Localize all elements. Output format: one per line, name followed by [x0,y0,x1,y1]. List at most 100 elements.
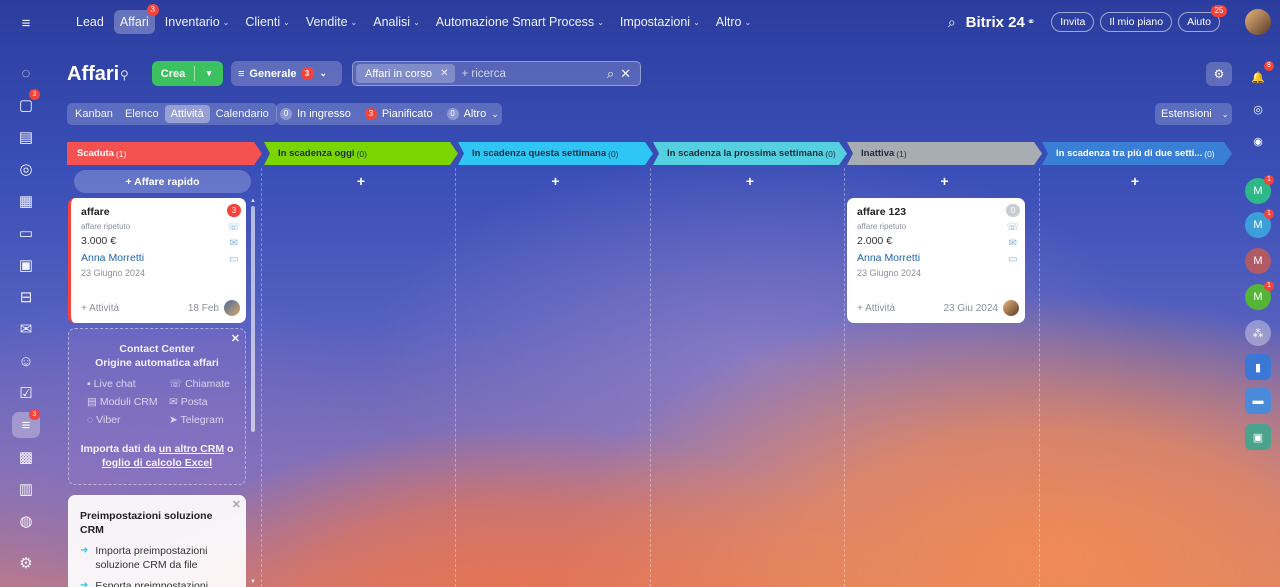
nav-item-lead[interactable]: Lead [70,10,110,34]
channel-crm-forms[interactable]: ▤ Moduli CRM [87,396,169,408]
add-activity-link[interactable]: + Attività [857,303,895,314]
channel-telegram[interactable]: ➤ Telegram [169,414,249,426]
phone-icon[interactable]: ☏ [227,222,240,235]
nav-item-impostazioni[interactable]: Impostazioni ⌄ [614,10,706,34]
deal-card[interactable]: affare 123 affare ripetuto 2.000 € Anna Mor… [847,198,1025,323]
comments-icon[interactable]: ▬ [1245,388,1271,414]
deal-card[interactable]: affare affare ripetuto 3.000 € Anna Morrett… [68,198,246,323]
channel-live-chat[interactable]: ▪ Live chat [87,378,169,390]
deal-client-link[interactable]: Anna Morretti [81,252,236,264]
user-avatar[interactable] [1245,9,1271,35]
column-header[interactable]: Scaduta (1) [67,142,262,165]
channel-calls[interactable]: ☏ Chiamate [169,378,249,390]
counter-altro[interactable]: 0 Altro ⌄ [446,108,499,120]
channel-mail[interactable]: ✉ Posta [169,396,249,408]
import-excel-link[interactable]: foglio di calcolo Excel [102,457,212,469]
notes-icon[interactable]: ▣ [1245,424,1271,450]
avatar[interactable] [1003,300,1019,316]
search-bar[interactable]: Affari in corso ✕ ⌕ ✕ [352,61,641,86]
scroll-down-icon[interactable]: ▼ [250,579,256,585]
notifications-icon[interactable]: 🔔 8 [1245,61,1274,90]
create-button[interactable]: Crea ▾ [152,61,223,86]
avatar[interactable] [224,300,240,316]
store-icon[interactable]: ▥ [12,476,40,502]
copilot-icon[interactable]: ◎ [1245,96,1271,122]
counter-in-ingresso[interactable]: 0 In ingresso [280,108,351,120]
channel-viber[interactable]: ◌ Viber [87,414,169,426]
deal-title[interactable]: affare [81,206,236,218]
board-icon[interactable]: ▣ [12,252,40,278]
nav-item-clienti[interactable]: Clienti ⌄ [239,10,295,34]
mail-icon[interactable]: ✉ [227,238,240,251]
chat-icon[interactable]: ▭ [1006,254,1019,267]
close-icon[interactable]: ✕ [440,68,448,79]
add-deal-icon[interactable]: + [740,173,760,189]
automation-icon[interactable]: ▩ [12,444,40,470]
messenger-icon[interactable]: ◉ [1245,128,1271,154]
close-icon[interactable]: ✕ [231,332,240,345]
nav-item-automazione-smart-process[interactable]: Automazione Smart Process ⌄ [430,10,610,34]
contact-avatar[interactable]: M1 [1245,175,1274,204]
import-presets-link[interactable]: ➜ Importa preimpostazioni soluzione CRM d… [80,544,234,572]
add-activity-link[interactable]: + Attività [81,303,119,314]
phone-icon[interactable]: ☏ [1006,222,1019,235]
column-header[interactable]: In scadenza tra più di due setti... (0) [1042,142,1232,165]
nav-item-affari[interactable]: Affari 3 [113,4,159,34]
column-header[interactable]: In scadenza la prossima settimana (0) [653,142,847,165]
import-crm-link[interactable]: un altro CRM [159,443,224,455]
contacts-icon[interactable]: ☺ [12,348,40,374]
clear-icon[interactable]: ✕ [620,66,631,82]
bookmark-icon[interactable]: ▮ [1245,354,1271,380]
tab-elenco[interactable]: Elenco [119,105,165,123]
add-deal-icon[interactable]: + [546,173,566,189]
column-header[interactable]: In scadenza oggi (0) [264,142,458,165]
add-deal-icon[interactable]: + [935,173,955,189]
filter-chip[interactable]: Affari in corso ✕ [356,64,456,83]
brand-logo[interactable]: Bitrix 24 [966,14,1025,31]
goals-icon[interactable]: ◍ [12,508,40,534]
tasks-icon[interactable]: ▤ [12,124,40,150]
documents-icon[interactable]: ▭ [12,220,40,246]
settings-icon[interactable]: ⚙ [12,550,40,576]
scroll-up-icon[interactable]: ▲ [250,198,256,204]
export-presets-link[interactable]: ➜ Esporta preimpostazioni [80,579,234,587]
extensions-button[interactable]: Estensioni ⌄ [1155,103,1232,125]
search-input[interactable] [461,67,602,80]
nav-item-inventario[interactable]: Inventario ⌄ [159,10,236,34]
contact-avatar[interactable]: M1 [1245,209,1274,238]
chat-icon[interactable]: ▢ 3 [12,89,40,118]
drive-icon[interactable]: ⊟ [12,284,40,310]
search-icon[interactable]: ⌕ [948,14,956,31]
close-icon[interactable]: ✕ [232,498,241,511]
feed-icon[interactable]: ◎ [12,156,40,182]
tab-kanban[interactable]: Kanban [69,105,119,123]
quick-deal-button[interactable]: + Affare rapido [74,170,251,193]
crm-icon[interactable]: ≡ 3 [12,409,40,438]
counter-pianificato[interactable]: 3 Pianificato [364,108,433,120]
contact-avatar[interactable]: M1 [1245,281,1274,310]
help-button[interactable]: Aiuto 25 [1178,5,1227,32]
deal-title[interactable]: affare 123 [857,206,1015,218]
mail-icon[interactable]: ✉ [12,316,40,342]
search-icon[interactable]: ⌕ [607,66,614,82]
column-header[interactable]: Inattiva (1) [847,142,1042,165]
nav-item-altro[interactable]: Altro ⌄ [710,10,757,34]
group-avatar[interactable]: ⁂ [1245,320,1271,346]
scrollbar-thumb[interactable] [251,206,255,432]
pin-icon[interactable]: ⚲ [120,68,129,82]
my-plan-button[interactable]: Il mio piano [1100,12,1173,32]
nav-item-vendite[interactable]: Vendite ⌄ [300,10,363,34]
invite-button[interactable]: Invita [1051,12,1095,32]
calendar-icon[interactable]: ▦ [12,188,40,214]
add-deal-icon[interactable]: + [1125,173,1145,189]
gear-icon[interactable]: ⚙ [1206,62,1232,86]
checklist-icon[interactable]: ☑ [12,380,40,406]
nav-item-analisi[interactable]: Analisi ⌄ [367,10,426,34]
column-header[interactable]: In scadenza questa settimana (0) [458,142,653,165]
tab-calendario[interactable]: Calendario [210,105,275,123]
chevron-down-icon[interactable]: ▾ [195,68,223,79]
sites-icon[interactable]: ◌ [12,60,40,86]
menu-icon[interactable]: ≡ [12,10,40,36]
tab-attività[interactable]: Attività [164,105,210,123]
deal-client-link[interactable]: Anna Morretti [857,252,1015,264]
